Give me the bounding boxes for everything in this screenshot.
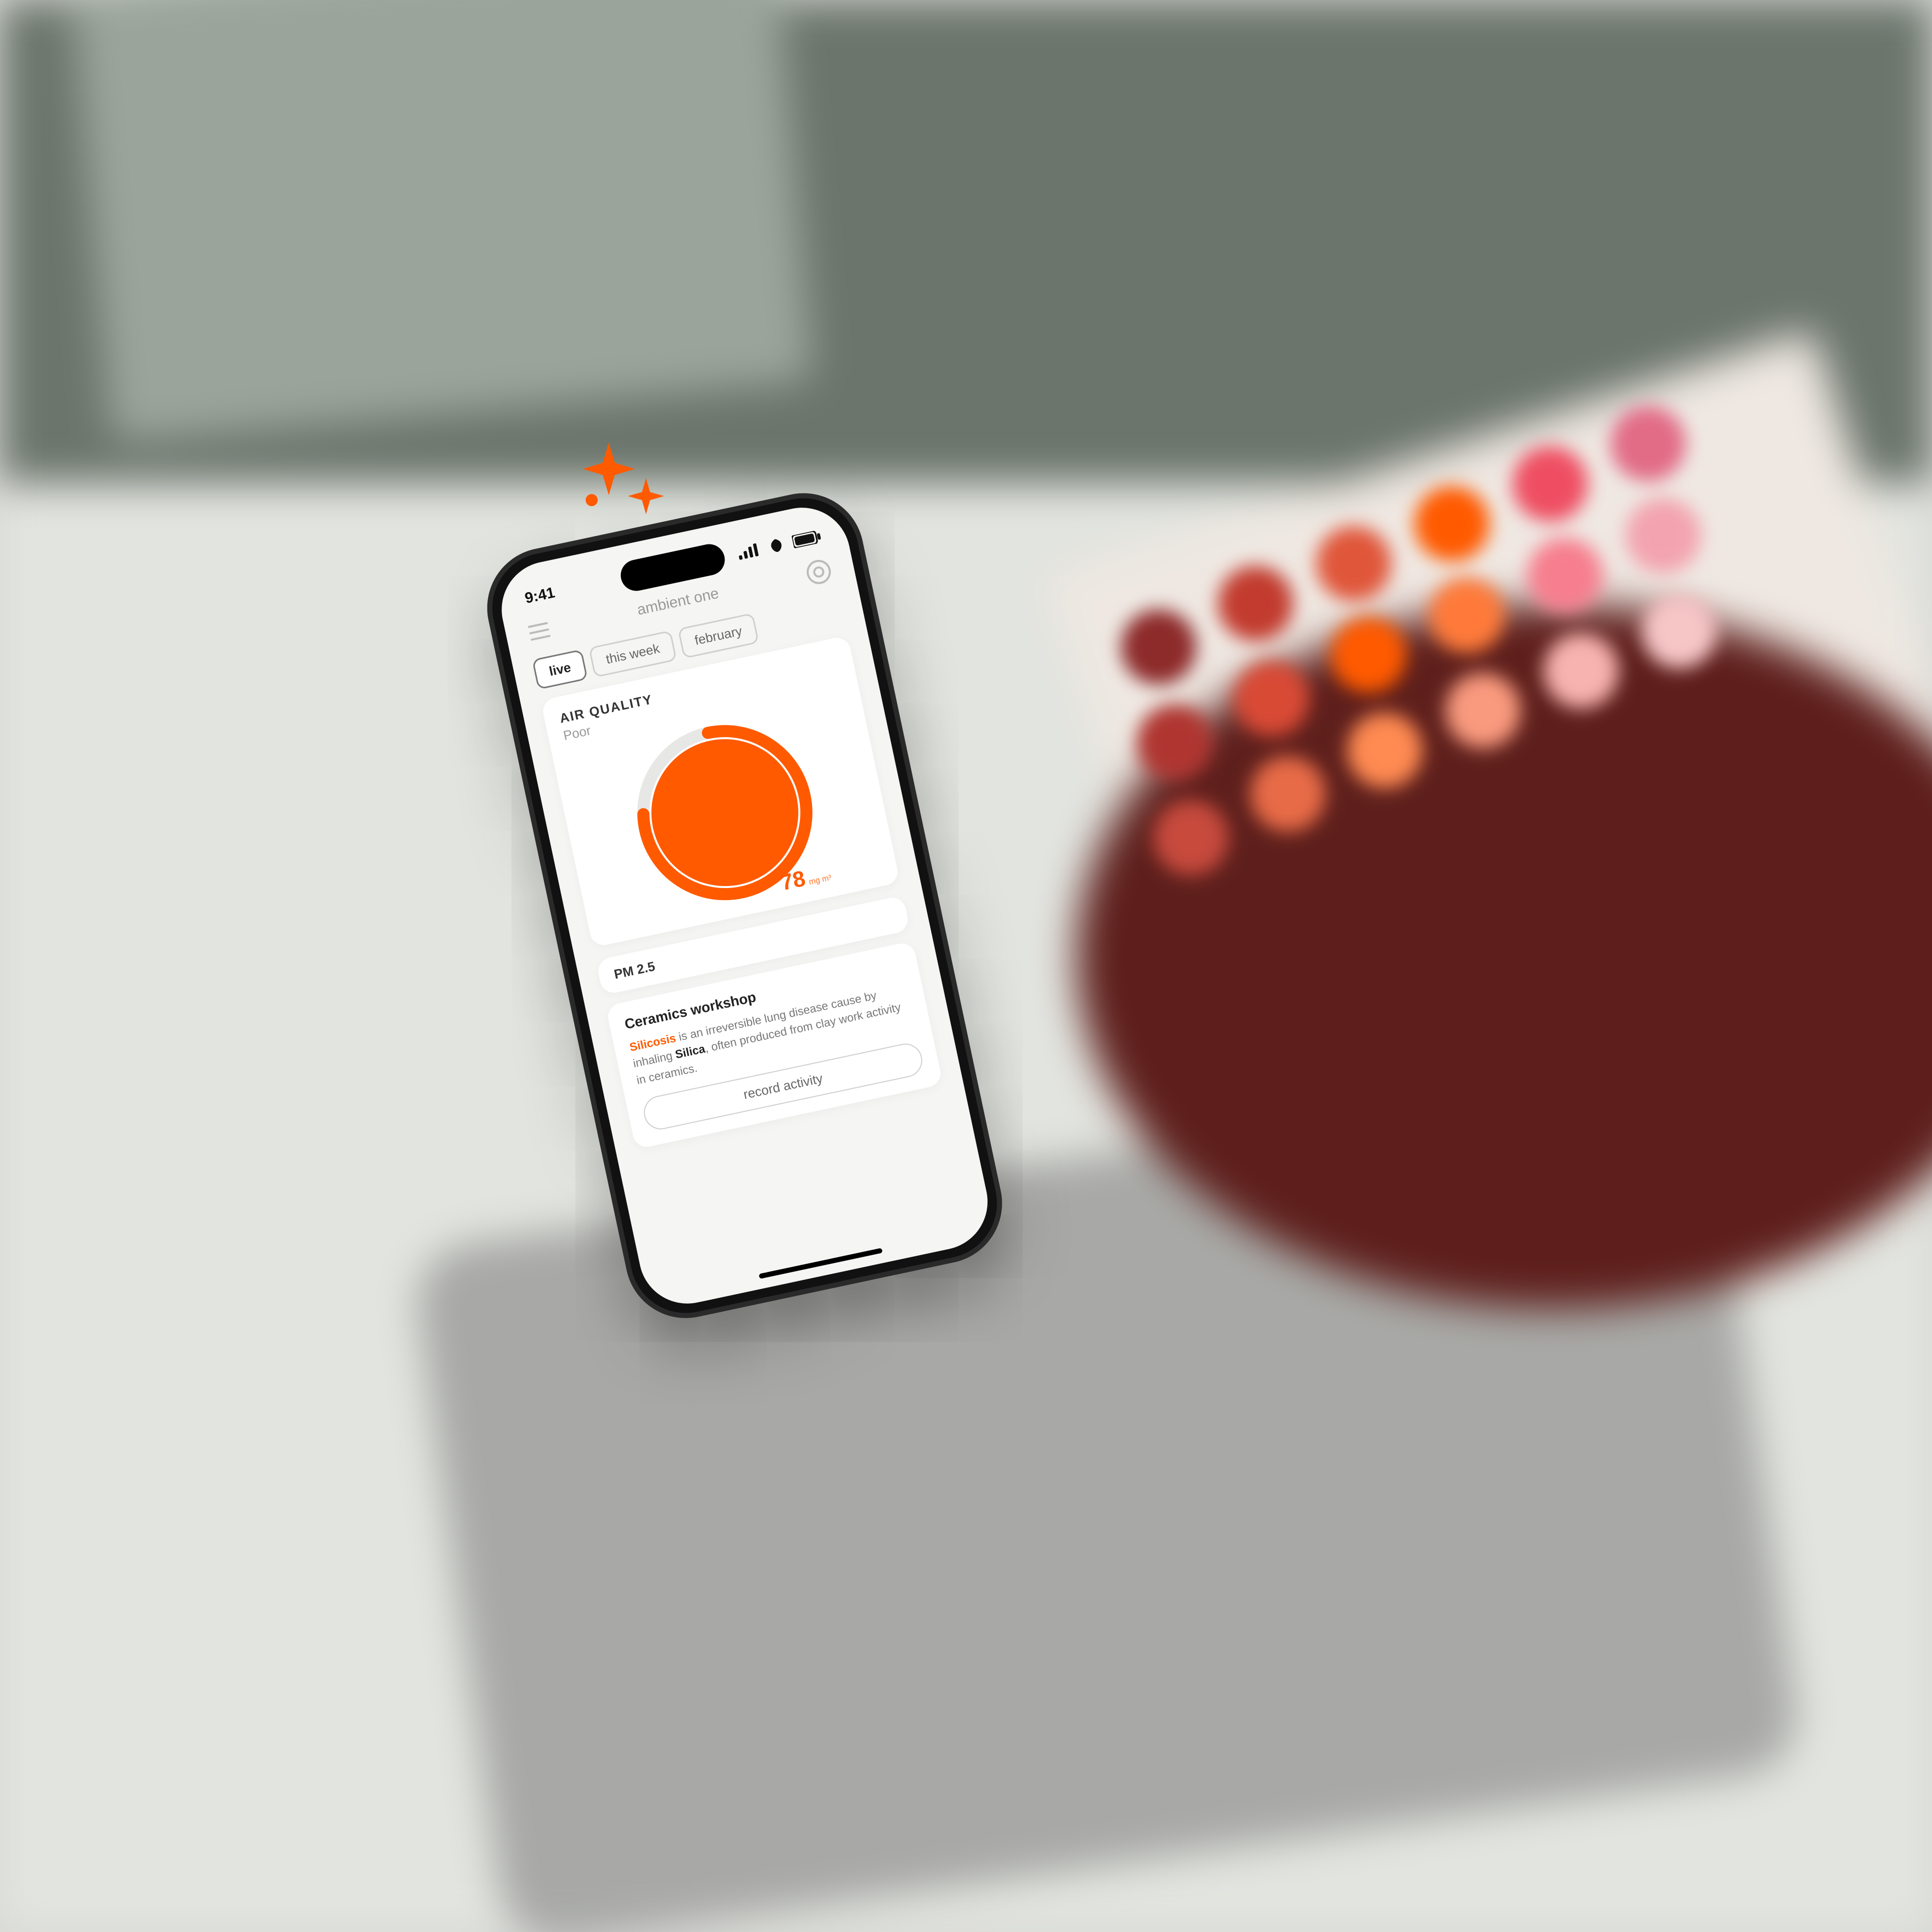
info-bold-term: Silica xyxy=(674,1042,706,1061)
settings-icon[interactable] xyxy=(804,557,833,586)
app-title: ambient one xyxy=(635,585,720,619)
reading-value: 78 xyxy=(778,866,808,896)
menu-icon[interactable] xyxy=(528,622,550,641)
tab-this-week[interactable]: this week xyxy=(589,630,677,678)
tab-live[interactable]: live xyxy=(532,649,588,690)
photo-backdrop xyxy=(0,0,1932,1932)
air-quality-gauge: 78 mg m³ xyxy=(617,705,832,920)
tab-february[interactable]: february xyxy=(677,613,759,659)
air-quality-card: AIR QUALITY Poor 78 mg m³ xyxy=(540,635,900,948)
scene: 9:41 ambient one live t xyxy=(0,0,1932,1932)
reading-unit: mg m³ xyxy=(808,874,832,887)
